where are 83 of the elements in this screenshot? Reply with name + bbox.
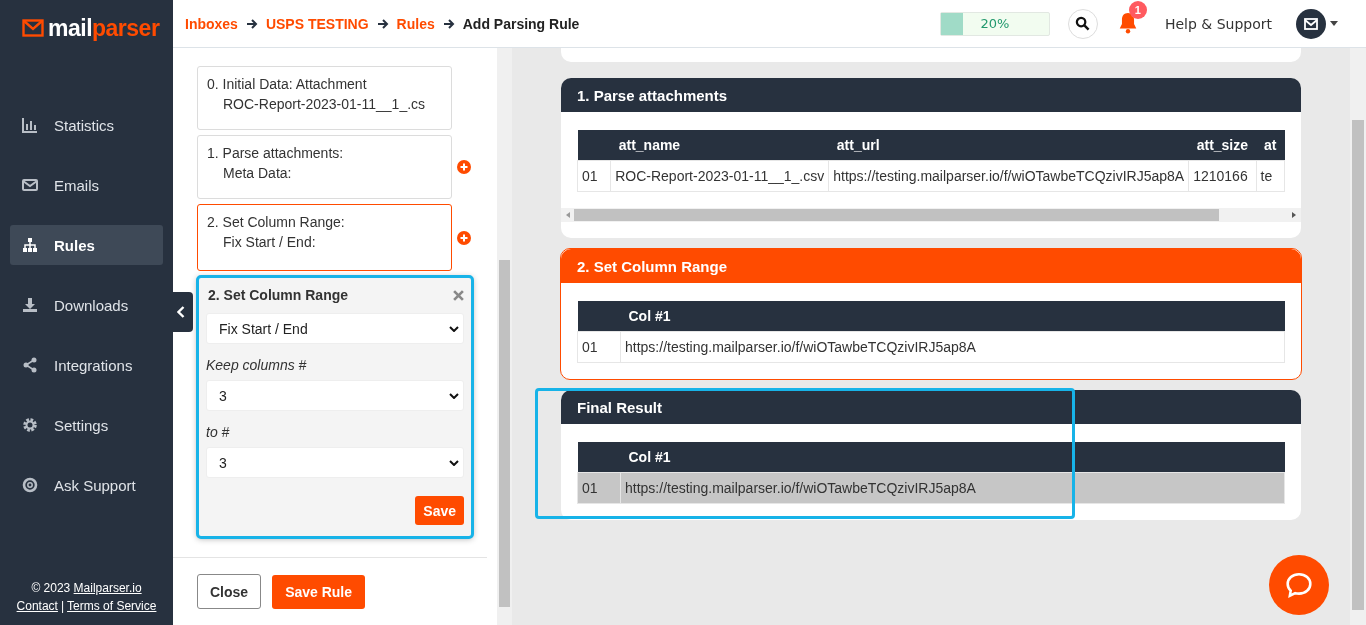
search-icon	[1075, 16, 1091, 31]
sidebar-item[interactable]: Statistics	[10, 105, 163, 145]
footer-link[interactable]: Contact	[16, 599, 58, 613]
column-header: att_name	[610, 130, 829, 161]
chevron-down-icon	[449, 325, 459, 332]
add-icon[interactable]	[457, 230, 471, 245]
step-title: 2. Set Column Range:	[207, 213, 346, 232]
add-icon[interactable]	[457, 160, 471, 174]
chevron-down-icon	[449, 392, 459, 399]
table-cell: 1210166	[1188, 160, 1257, 192]
rule-step-card[interactable]: 2. Set Column Range: Fix Start / End:	[197, 204, 452, 271]
download-icon	[22, 297, 38, 313]
sitemap-icon	[22, 237, 38, 253]
chevron-down-icon	[449, 459, 459, 466]
mode-dropdown[interactable]: Fix Start / End	[206, 313, 464, 344]
share-icon	[22, 357, 38, 373]
help-link[interactable]: Help & Support	[1164, 15, 1272, 32]
lifebuoy-icon	[22, 477, 38, 493]
rule-step-card[interactable]: 1. Parse attachments: Meta Data:	[197, 135, 452, 199]
copyright-text: © 2023	[31, 581, 71, 595]
table-cell: https://testing.mailparser.io/f/wiOTawbeTCQzivIRJ5ap8A	[620, 472, 1285, 504]
result-card-header: 2. Set Column Range	[561, 249, 1301, 283]
column-header: att_url	[828, 130, 1189, 161]
step-detail: ROC-Report-2023-01-11__1_.cs	[222, 95, 427, 114]
search-button[interactable]	[1067, 8, 1098, 39]
chevron-left-icon	[177, 306, 185, 318]
number-dropdown[interactable]: 3	[206, 380, 464, 411]
envelope-icon	[22, 19, 44, 37]
step-detail: Fix Start / End:	[222, 233, 317, 252]
table-cell: 01	[577, 331, 621, 363]
sidebar-item[interactable]: Emails	[10, 165, 163, 205]
scrollbar[interactable]	[497, 48, 512, 625]
field-label: to #	[206, 424, 231, 440]
sidebar-item[interactable]: Settings	[10, 405, 163, 445]
separator-text: |	[60, 599, 65, 613]
arrow-right-icon	[376, 17, 389, 30]
number-dropdown[interactable]: 3	[206, 447, 464, 478]
notification-count: 1	[1128, 0, 1147, 19]
envelope-icon	[22, 177, 38, 193]
table-cell: 01	[577, 160, 611, 192]
scroll-left-icon[interactable]	[566, 212, 570, 218]
step-title: 1. Parse attachments:	[207, 144, 345, 163]
footer-link[interactable]: Terms of Service	[67, 599, 157, 613]
scroll-right-icon[interactable]	[1292, 212, 1296, 218]
chat-bubble-icon	[1285, 572, 1313, 598]
table-cell: https://testing.mailparser.io/f/wiOTawbeTCQzivIRJ5ap8A	[828, 160, 1189, 192]
column-header: Col #1	[620, 442, 1285, 473]
column-header: Col #1	[620, 301, 1285, 332]
sidebar-item[interactable]: Rules	[10, 225, 163, 265]
table-cell: 01	[577, 472, 621, 504]
editor-title: 2. Set Column Range	[208, 287, 349, 303]
result-card-header: 1. Parse attachments	[561, 78, 1301, 112]
field-label: Keep columns #	[206, 357, 308, 373]
sidebar-item[interactable]: Integrations	[10, 345, 163, 385]
account-menu[interactable]	[1296, 8, 1338, 39]
sidebar-item[interactable]: Ask Support	[10, 465, 163, 505]
mailparser-logo[interactable]: mailparser	[0, 0, 173, 56]
page-scrollbar[interactable]	[1350, 48, 1366, 625]
step-title: 0. Initial Data: Attachment	[207, 75, 368, 94]
close-icon[interactable]	[453, 289, 464, 301]
column-header	[577, 442, 621, 473]
table-cell: https://testing.mailparser.io/f/wiOTawbeTCQzivIRJ5ap8A	[620, 331, 1285, 363]
arrow-right-icon	[442, 17, 455, 30]
close-button[interactable]: Close	[197, 574, 262, 609]
column-header	[577, 301, 621, 332]
column-header	[577, 130, 611, 161]
result-card-header: Final Result	[561, 390, 1301, 424]
progress-label: 20%	[980, 16, 1010, 31]
step-detail: Meta Data:	[222, 164, 293, 183]
sidebar-item[interactable]: Downloads	[10, 285, 163, 325]
gear-icon	[22, 417, 38, 433]
chat-button[interactable]	[1269, 555, 1329, 615]
column-header: at	[1256, 130, 1285, 161]
avatar-icon	[1296, 8, 1326, 39]
table-cell: te	[1256, 160, 1285, 192]
caret-icon	[1330, 21, 1338, 26]
table-cell: ROC-Report-2023-01-11__1_.csv	[610, 160, 829, 192]
horizontal-scrollbar[interactable]	[561, 208, 1301, 222]
column-header: att_size	[1188, 130, 1257, 161]
site-link[interactable]: Mailparser.io	[73, 581, 142, 595]
arrow-right-icon	[245, 17, 258, 30]
bar-chart-icon	[22, 117, 38, 133]
rule-step-card[interactable]: 0. Initial Data: Attachment ROC-Report-2023-01-11__1_.cs	[197, 66, 452, 130]
